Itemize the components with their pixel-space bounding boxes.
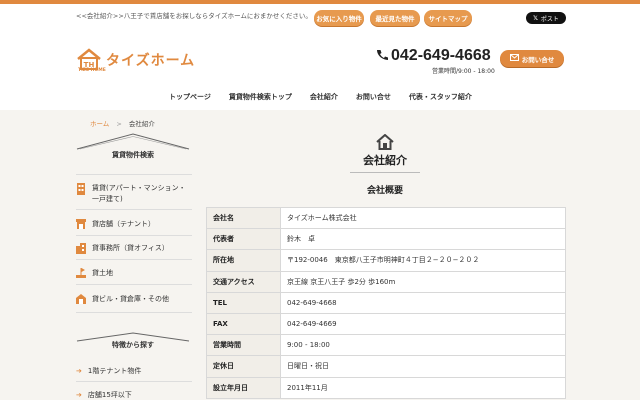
land-icon bbox=[76, 268, 86, 278]
sidebar-feature-first-floor[interactable]: ➔ 1階テナント物件 bbox=[76, 366, 192, 376]
sidebar-feature-small-shop[interactable]: ➔ 店舗15坪以下 bbox=[76, 390, 192, 400]
phone-number: 042-649-4668 bbox=[376, 46, 491, 65]
sidebar-divider bbox=[76, 259, 192, 260]
sitemap-button[interactable]: サイトマップ bbox=[424, 10, 472, 26]
table-cell: 9:00 - 18:00 bbox=[280, 334, 566, 357]
sidebar-search-title: 賃貸物件検索 bbox=[112, 151, 154, 159]
nav-item-contact[interactable]: お問い合せ bbox=[347, 92, 400, 102]
contact-button-label: お問い合せ bbox=[521, 55, 555, 64]
favorites-button[interactable]: お気に入り物件 bbox=[314, 10, 364, 26]
table-row: 代表者 鈴木 卓 bbox=[206, 228, 566, 251]
building-icon bbox=[76, 183, 86, 195]
table-header-cell: 交通アクセス bbox=[206, 270, 281, 293]
header-tagline: <<会社紹介>>八王子で賃店舗をお探しならタイズホームにおまかせください。 bbox=[76, 12, 312, 20]
sidebar-item-label: 賃貸(アパート・マンション・一戸建て) bbox=[92, 184, 186, 203]
sidebar-feature-label: 1階テナント物件 bbox=[87, 367, 142, 375]
sidebar-divider bbox=[76, 312, 192, 313]
x-post-label: ポスト bbox=[540, 15, 559, 23]
table-cell: 日曜日・祝日 bbox=[280, 355, 566, 378]
arrow-right-icon: ➔ bbox=[76, 391, 82, 399]
table-row: 所在地 〒192-0046 東京都八王子市明神町４丁目２−２０−２０２ bbox=[206, 249, 566, 272]
warehouse-icon bbox=[76, 294, 86, 304]
top-accent-bar bbox=[0, 0, 640, 4]
house-icon bbox=[376, 133, 394, 154]
sidebar-item-shop[interactable]: 貸店舗（テナント） bbox=[76, 219, 192, 230]
recently-viewed-button[interactable]: 最近見た物件 bbox=[370, 10, 420, 26]
nav-item-rental-search[interactable]: 賃貸物件検索トップ bbox=[220, 92, 301, 102]
table-header-cell: 所在地 bbox=[206, 249, 281, 272]
breadcrumb-separator: > bbox=[116, 120, 122, 128]
sidebar-item-label: 貸事務所（貸オフィス） bbox=[92, 244, 169, 252]
x-logo-icon: 𝕏 bbox=[533, 14, 538, 22]
company-info-table: 会社名 タイズホーム株式会社 代表者 鈴木 卓 所在地 〒192-0046 東京… bbox=[206, 206, 566, 399]
table-header-cell: 設立年月日 bbox=[206, 376, 281, 399]
x-post-button[interactable]: 𝕏 ポスト bbox=[526, 12, 566, 24]
sidebar-divider bbox=[76, 209, 192, 210]
table-header-cell: 定休日 bbox=[206, 355, 281, 378]
table-cell: タイズホーム株式会社 bbox=[280, 206, 566, 230]
phone-number-text: 042-649-4668 bbox=[391, 46, 491, 64]
table-row: 設立年月日 2011年11月 bbox=[206, 376, 566, 399]
table-cell: 〒192-0046 東京都八王子市明神町４丁目２−２０−２０２ bbox=[280, 249, 566, 272]
logo-subtext: TIES HOME bbox=[78, 68, 106, 73]
table-cell: 042-649-4668 bbox=[280, 291, 566, 314]
sidebar-feature-heading: 特徴から探す bbox=[76, 332, 190, 352]
table-header-cell: 代表者 bbox=[206, 228, 281, 251]
sidebar-feature-label: 店舗15坪以下 bbox=[87, 391, 132, 399]
contact-button[interactable]: お問い合せ bbox=[500, 50, 564, 67]
nav-item-company[interactable]: 会社紹介 bbox=[301, 92, 347, 102]
sidebar-item-land[interactable]: 貸土地 bbox=[76, 268, 192, 279]
page-title: 会社紹介 bbox=[363, 154, 407, 167]
table-row: 交通アクセス 京王線 京王八王子 歩2分 歩160m bbox=[206, 270, 566, 293]
table-header-cell: FAX bbox=[206, 312, 281, 336]
table-cell: 2011年11月 bbox=[280, 376, 566, 399]
sidebar-divider bbox=[76, 381, 192, 382]
sidebar-divider bbox=[76, 284, 192, 285]
nav-item-top[interactable]: トップページ bbox=[160, 92, 220, 102]
table-row: 定休日 日曜日・祝日 bbox=[206, 355, 566, 378]
business-hours: 営業時間/9:00 - 18:00 bbox=[432, 68, 495, 75]
table-header-cell: 営業時間 bbox=[206, 334, 281, 357]
sidebar-feature-title: 特徴から探す bbox=[112, 341, 154, 349]
shop-icon bbox=[76, 219, 86, 229]
table-row: 営業時間 9:00 - 18:00 bbox=[206, 334, 566, 357]
mail-icon bbox=[509, 54, 519, 63]
breadcrumb-current: 会社紹介 bbox=[128, 120, 155, 128]
sidebar-item-label: 貸ビル・貸倉庫・その他 bbox=[92, 295, 169, 303]
breadcrumb: ホーム > 会社紹介 bbox=[90, 118, 155, 128]
phone-icon bbox=[376, 46, 388, 65]
table-cell: 042-649-4669 bbox=[280, 312, 566, 336]
breadcrumb-home[interactable]: ホーム bbox=[90, 120, 109, 128]
table-row: 会社名 タイズホーム株式会社 bbox=[206, 206, 566, 230]
sidebar-search-heading: 賃貸物件検索 bbox=[76, 132, 190, 168]
logo-text: タイズホーム bbox=[106, 53, 196, 69]
table-header-cell: TEL bbox=[206, 291, 281, 314]
table-cell: 鈴木 卓 bbox=[280, 228, 566, 251]
table-row: FAX 042-649-4669 bbox=[206, 312, 566, 336]
roof-divider-icon bbox=[76, 133, 190, 150]
nav-item-staff[interactable]: 代表・スタッフ紹介 bbox=[400, 92, 481, 102]
table-header-cell: 会社名 bbox=[206, 206, 281, 230]
section-title: 会社概要 bbox=[366, 186, 403, 196]
sidebar-item-office[interactable]: 貸事務所（貸オフィス） bbox=[76, 243, 192, 254]
table-cell: 京王線 京王八王子 歩2分 歩160m bbox=[280, 270, 566, 293]
sidebar-divider bbox=[76, 235, 192, 236]
sidebar-item-label: 貸土地 bbox=[92, 269, 113, 277]
arrow-right-icon: ➔ bbox=[76, 367, 82, 375]
sidebar-item-label: 貸店舗（テナント） bbox=[92, 220, 155, 228]
table-row: TEL 042-649-4668 bbox=[206, 291, 566, 314]
global-nav: トップページ 賃貸物件検索トップ 会社紹介 お問い合せ 代表・スタッフ紹介 bbox=[160, 88, 481, 106]
sidebar-item-warehouse[interactable]: 貸ビル・貸倉庫・その他 bbox=[76, 294, 192, 305]
office-icon bbox=[76, 243, 86, 254]
sidebar-item-residential[interactable]: 賃貸(アパート・マンション・一戸建て) bbox=[76, 183, 192, 205]
title-underline bbox=[350, 172, 420, 173]
sidebar-divider bbox=[76, 174, 192, 175]
